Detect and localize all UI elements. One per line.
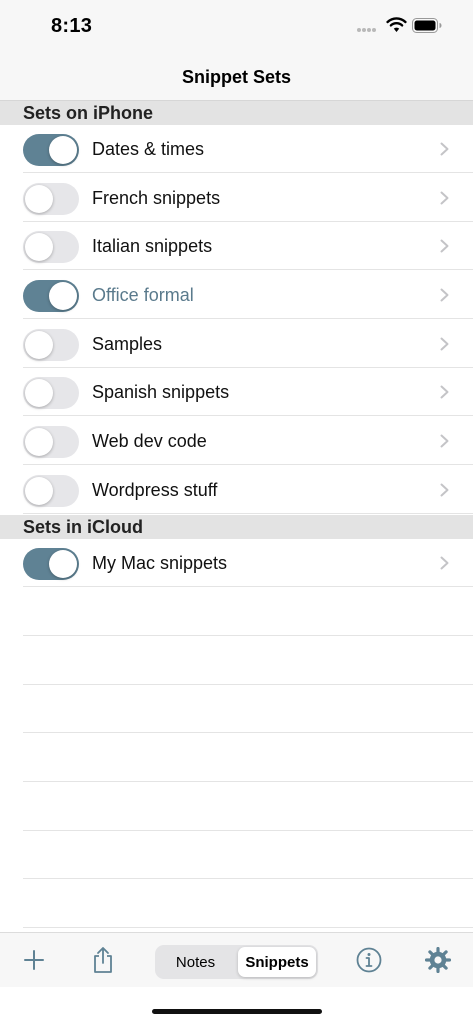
enable-toggle[interactable] bbox=[23, 329, 79, 361]
enable-toggle[interactable] bbox=[23, 280, 79, 312]
snippet-set-row[interactable]: Spanish snippets bbox=[0, 368, 473, 416]
snippet-set-row[interactable]: Web dev code bbox=[0, 417, 473, 465]
snippet-set-row[interactable]: Italian snippets bbox=[0, 222, 473, 270]
settings-button[interactable] bbox=[416, 933, 460, 987]
chevron-right-icon bbox=[440, 434, 449, 448]
add-button[interactable] bbox=[12, 933, 56, 987]
snippet-set-label: Wordpress stuff bbox=[92, 480, 218, 500]
info-icon bbox=[356, 947, 382, 973]
snippet-set-label: My Mac snippets bbox=[92, 553, 228, 573]
section-title: Sets in iCloud bbox=[23, 517, 144, 537]
status-bar: 8:13 bbox=[0, 0, 473, 54]
section-header-icloud: Sets in iCloud bbox=[0, 515, 473, 539]
wifi-icon bbox=[386, 17, 407, 32]
enable-toggle[interactable] bbox=[23, 231, 79, 263]
chevron-right-icon bbox=[440, 483, 449, 497]
share-icon bbox=[94, 947, 112, 973]
chevron-right-icon bbox=[440, 191, 449, 205]
empty-row-separator bbox=[23, 781, 473, 782]
snippet-set-row[interactable]: My Mac snippets bbox=[0, 539, 473, 587]
toggle-knob bbox=[25, 477, 53, 505]
status-time: 8:13 bbox=[51, 15, 93, 37]
gear-icon bbox=[425, 947, 451, 973]
enable-toggle[interactable] bbox=[23, 377, 79, 409]
snippet-set-label: Web dev code bbox=[92, 431, 207, 451]
plus-icon bbox=[24, 950, 44, 970]
notes-snippets-segmented-control: Notes Snippets bbox=[155, 945, 318, 979]
enable-toggle[interactable] bbox=[23, 426, 79, 458]
snippet-set-label: Samples bbox=[92, 334, 163, 354]
segment-snippets[interactable]: Snippets bbox=[238, 947, 316, 977]
chevron-right-icon bbox=[440, 385, 449, 399]
empty-row-separator bbox=[23, 732, 473, 733]
empty-row-separator bbox=[23, 927, 473, 928]
toggle-knob bbox=[25, 428, 53, 456]
toggle-knob bbox=[25, 185, 53, 213]
section-header-iphone: Sets on iPhone bbox=[0, 101, 473, 125]
snippet-set-row[interactable]: Office formal bbox=[0, 271, 473, 319]
enable-toggle[interactable] bbox=[23, 548, 79, 580]
enable-toggle[interactable] bbox=[23, 134, 79, 166]
toggle-knob bbox=[49, 550, 77, 578]
snippet-set-row[interactable]: Wordpress stuff bbox=[0, 466, 473, 514]
chevron-right-icon bbox=[440, 142, 449, 156]
info-button[interactable] bbox=[347, 933, 391, 987]
snippet-set-row[interactable]: Dates & times bbox=[0, 125, 473, 173]
empty-row-separator bbox=[23, 635, 473, 636]
toggle-knob bbox=[49, 282, 77, 310]
share-button[interactable] bbox=[81, 933, 125, 987]
segment-notes[interactable]: Notes bbox=[157, 947, 234, 977]
toggle-knob bbox=[25, 331, 53, 359]
empty-row-separator bbox=[23, 684, 473, 685]
bottom-toolbar: Notes Snippets bbox=[0, 932, 473, 987]
battery-icon bbox=[412, 18, 442, 33]
page-title: Snippet Sets bbox=[181, 67, 292, 87]
chevron-right-icon bbox=[440, 239, 449, 253]
snippet-set-label: Dates & times bbox=[92, 139, 205, 159]
snippet-set-row[interactable]: French snippets bbox=[0, 174, 473, 222]
empty-row-separator bbox=[23, 878, 473, 879]
toggle-knob bbox=[25, 233, 53, 261]
snippet-set-label: French snippets bbox=[92, 188, 221, 208]
toggle-knob bbox=[25, 379, 53, 407]
snippet-set-row[interactable]: Samples bbox=[0, 320, 473, 368]
home-indicator bbox=[152, 1009, 322, 1014]
section-title: Sets on iPhone bbox=[23, 103, 154, 123]
snippet-set-label: Italian snippets bbox=[92, 236, 213, 256]
chevron-right-icon bbox=[440, 288, 449, 302]
cellular-signal-icon bbox=[357, 28, 377, 46]
chevron-right-icon bbox=[440, 337, 449, 351]
chevron-right-icon bbox=[440, 556, 449, 570]
toggle-knob bbox=[49, 136, 77, 164]
enable-toggle[interactable] bbox=[23, 183, 79, 215]
navigation-bar: Snippet Sets bbox=[0, 54, 473, 101]
empty-row-separator bbox=[23, 830, 473, 831]
enable-toggle[interactable] bbox=[23, 475, 79, 507]
snippet-set-label: Office formal bbox=[92, 285, 194, 305]
snippet-set-label: Spanish snippets bbox=[92, 382, 230, 402]
